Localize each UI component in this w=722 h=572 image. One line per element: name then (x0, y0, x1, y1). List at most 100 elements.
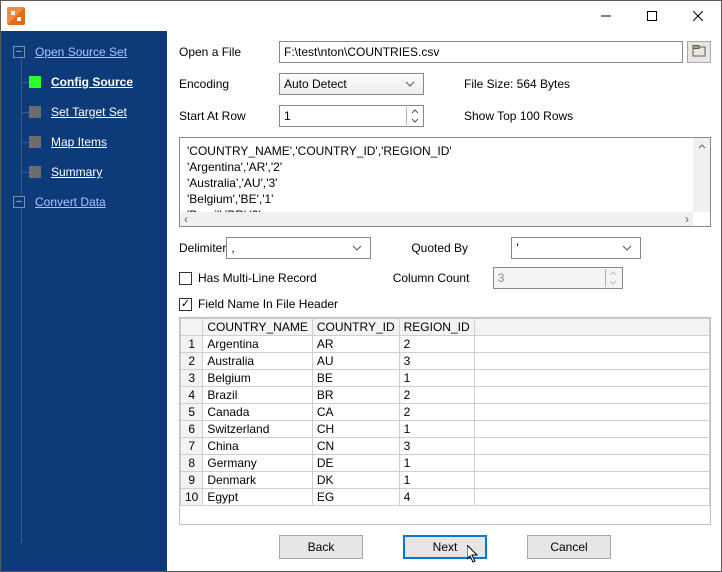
show-top-label: Show Top 100 Rows (464, 109, 573, 123)
delimiter-combo[interactable]: , (226, 237, 371, 259)
back-button[interactable]: Back (279, 535, 363, 559)
table-row[interactable]: 10EgyptEG4 (181, 489, 710, 506)
row-header-blank (181, 319, 203, 336)
cell-blank (474, 489, 709, 506)
cell[interactable]: EG (312, 489, 399, 506)
row-number: 6 (181, 421, 203, 438)
close-button[interactable] (675, 1, 721, 31)
browse-button[interactable] (687, 41, 711, 63)
sidebar-item-convert-data[interactable]: Convert Data (1, 187, 167, 217)
table-row[interactable]: 1ArgentinaAR2 (181, 336, 710, 353)
app-icon (7, 7, 25, 25)
cursor-icon (467, 545, 481, 565)
multiline-checkbox[interactable]: Has Multi-Line Record (179, 271, 317, 285)
table-row[interactable]: 4BrazilBR2 (181, 387, 710, 404)
wizard-window: Open Source Set Config Source Set Target… (0, 0, 722, 572)
field-header-checkbox[interactable]: Field Name In File Header (179, 297, 338, 311)
cell[interactable]: Australia (203, 353, 312, 370)
table-row[interactable]: 3BelgiumBE1 (181, 370, 710, 387)
chevron-down-icon (352, 245, 368, 251)
cell[interactable]: Switzerland (203, 421, 312, 438)
cell[interactable]: Brazil (203, 387, 312, 404)
encoding-value: Auto Detect (284, 77, 347, 91)
cell[interactable]: Belgium (203, 370, 312, 387)
scroll-right-icon: › (681, 212, 693, 226)
column-count-label: Column Count (393, 271, 493, 285)
file-size-label: File Size: 564 Bytes (464, 77, 570, 91)
cell[interactable]: China (203, 438, 312, 455)
maximize-button[interactable] (629, 1, 675, 31)
delimiter-label: Delimiter (179, 241, 226, 255)
col-header[interactable]: REGION_ID (399, 319, 474, 336)
cell[interactable]: Denmark (203, 472, 312, 489)
cell[interactable]: 1 (399, 370, 474, 387)
cell[interactable]: BR (312, 387, 399, 404)
table-row[interactable]: 9DenmarkDK1 (181, 472, 710, 489)
next-button[interactable]: Next (403, 535, 487, 559)
table-row[interactable]: 6SwitzerlandCH1 (181, 421, 710, 438)
cell-blank (474, 387, 709, 404)
quoted-by-label: Quoted By (411, 241, 511, 255)
cell[interactable]: 2 (399, 336, 474, 353)
cell[interactable]: CN (312, 438, 399, 455)
column-count-value: 3 (498, 271, 505, 285)
cell[interactable]: 4 (399, 489, 474, 506)
cell[interactable]: Argentina (203, 336, 312, 353)
folder-icon (692, 45, 706, 60)
row-number: 8 (181, 455, 203, 472)
data-grid[interactable]: COUNTRY_NAME COUNTRY_ID REGION_ID 1Argen… (179, 317, 711, 525)
cell[interactable]: Germany (203, 455, 312, 472)
sidebar-item-label: Convert Data (35, 195, 106, 209)
start-row-spinner[interactable]: 1 (279, 105, 424, 127)
cell[interactable]: DE (312, 455, 399, 472)
sidebar-item-label: Set Target Set (51, 105, 127, 119)
table-row[interactable]: 8GermanyDE1 (181, 455, 710, 472)
sidebar-item-set-target-set[interactable]: Set Target Set (1, 97, 167, 127)
cell[interactable]: 1 (399, 472, 474, 489)
file-path-input[interactable] (279, 41, 683, 63)
sidebar-item-label: Config Source (51, 75, 133, 89)
encoding-combo[interactable]: Auto Detect (279, 73, 424, 95)
cell[interactable]: 3 (399, 353, 474, 370)
table-row[interactable]: 2AustraliaAU3 (181, 353, 710, 370)
cell-blank (474, 353, 709, 370)
chevron-down-icon (622, 245, 638, 251)
row-number: 9 (181, 472, 203, 489)
cell[interactable]: DK (312, 472, 399, 489)
cell[interactable]: AU (312, 353, 399, 370)
delimiter-value: , (231, 241, 234, 255)
col-header[interactable]: COUNTRY_ID (312, 319, 399, 336)
file-preview[interactable]: 'COUNTRY_NAME','COUNTRY_ID','REGION_ID' … (179, 137, 711, 227)
sidebar-item-label: Open Source Set (35, 45, 127, 59)
sidebar-item-open-source-set[interactable]: Open Source Set (1, 37, 167, 67)
cancel-button[interactable]: Cancel (527, 535, 611, 559)
sidebar-item-map-items[interactable]: Map Items (1, 127, 167, 157)
table-row[interactable]: 7ChinaCN3 (181, 438, 710, 455)
cell[interactable]: Canada (203, 404, 312, 421)
quoted-by-combo[interactable]: ' (511, 237, 641, 259)
start-row-label: Start At Row (179, 109, 279, 123)
cell[interactable]: CA (312, 404, 399, 421)
col-header[interactable]: COUNTRY_NAME (203, 319, 312, 336)
sidebar-item-summary[interactable]: Summary (1, 157, 167, 187)
cell[interactable]: AR (312, 336, 399, 353)
table-row[interactable]: 5CanadaCA2 (181, 404, 710, 421)
cell[interactable]: BE (312, 370, 399, 387)
row-number: 7 (181, 438, 203, 455)
cell[interactable]: 1 (399, 455, 474, 472)
cell[interactable]: Egypt (203, 489, 312, 506)
cell[interactable]: 3 (399, 438, 474, 455)
preview-vscrollbar[interactable] (693, 138, 710, 212)
cell-blank (474, 336, 709, 353)
cell[interactable]: CH (312, 421, 399, 438)
cell-blank (474, 455, 709, 472)
cell[interactable]: 2 (399, 387, 474, 404)
cell[interactable]: 1 (399, 421, 474, 438)
col-header-blank (474, 319, 709, 336)
preview-hscrollbar[interactable]: ‹ › (180, 212, 693, 226)
sidebar-item-label: Map Items (51, 135, 107, 149)
cell[interactable]: 2 (399, 404, 474, 421)
minimize-button[interactable] (583, 1, 629, 31)
sidebar-item-config-source[interactable]: Config Source (1, 67, 167, 97)
cell-blank (474, 472, 709, 489)
